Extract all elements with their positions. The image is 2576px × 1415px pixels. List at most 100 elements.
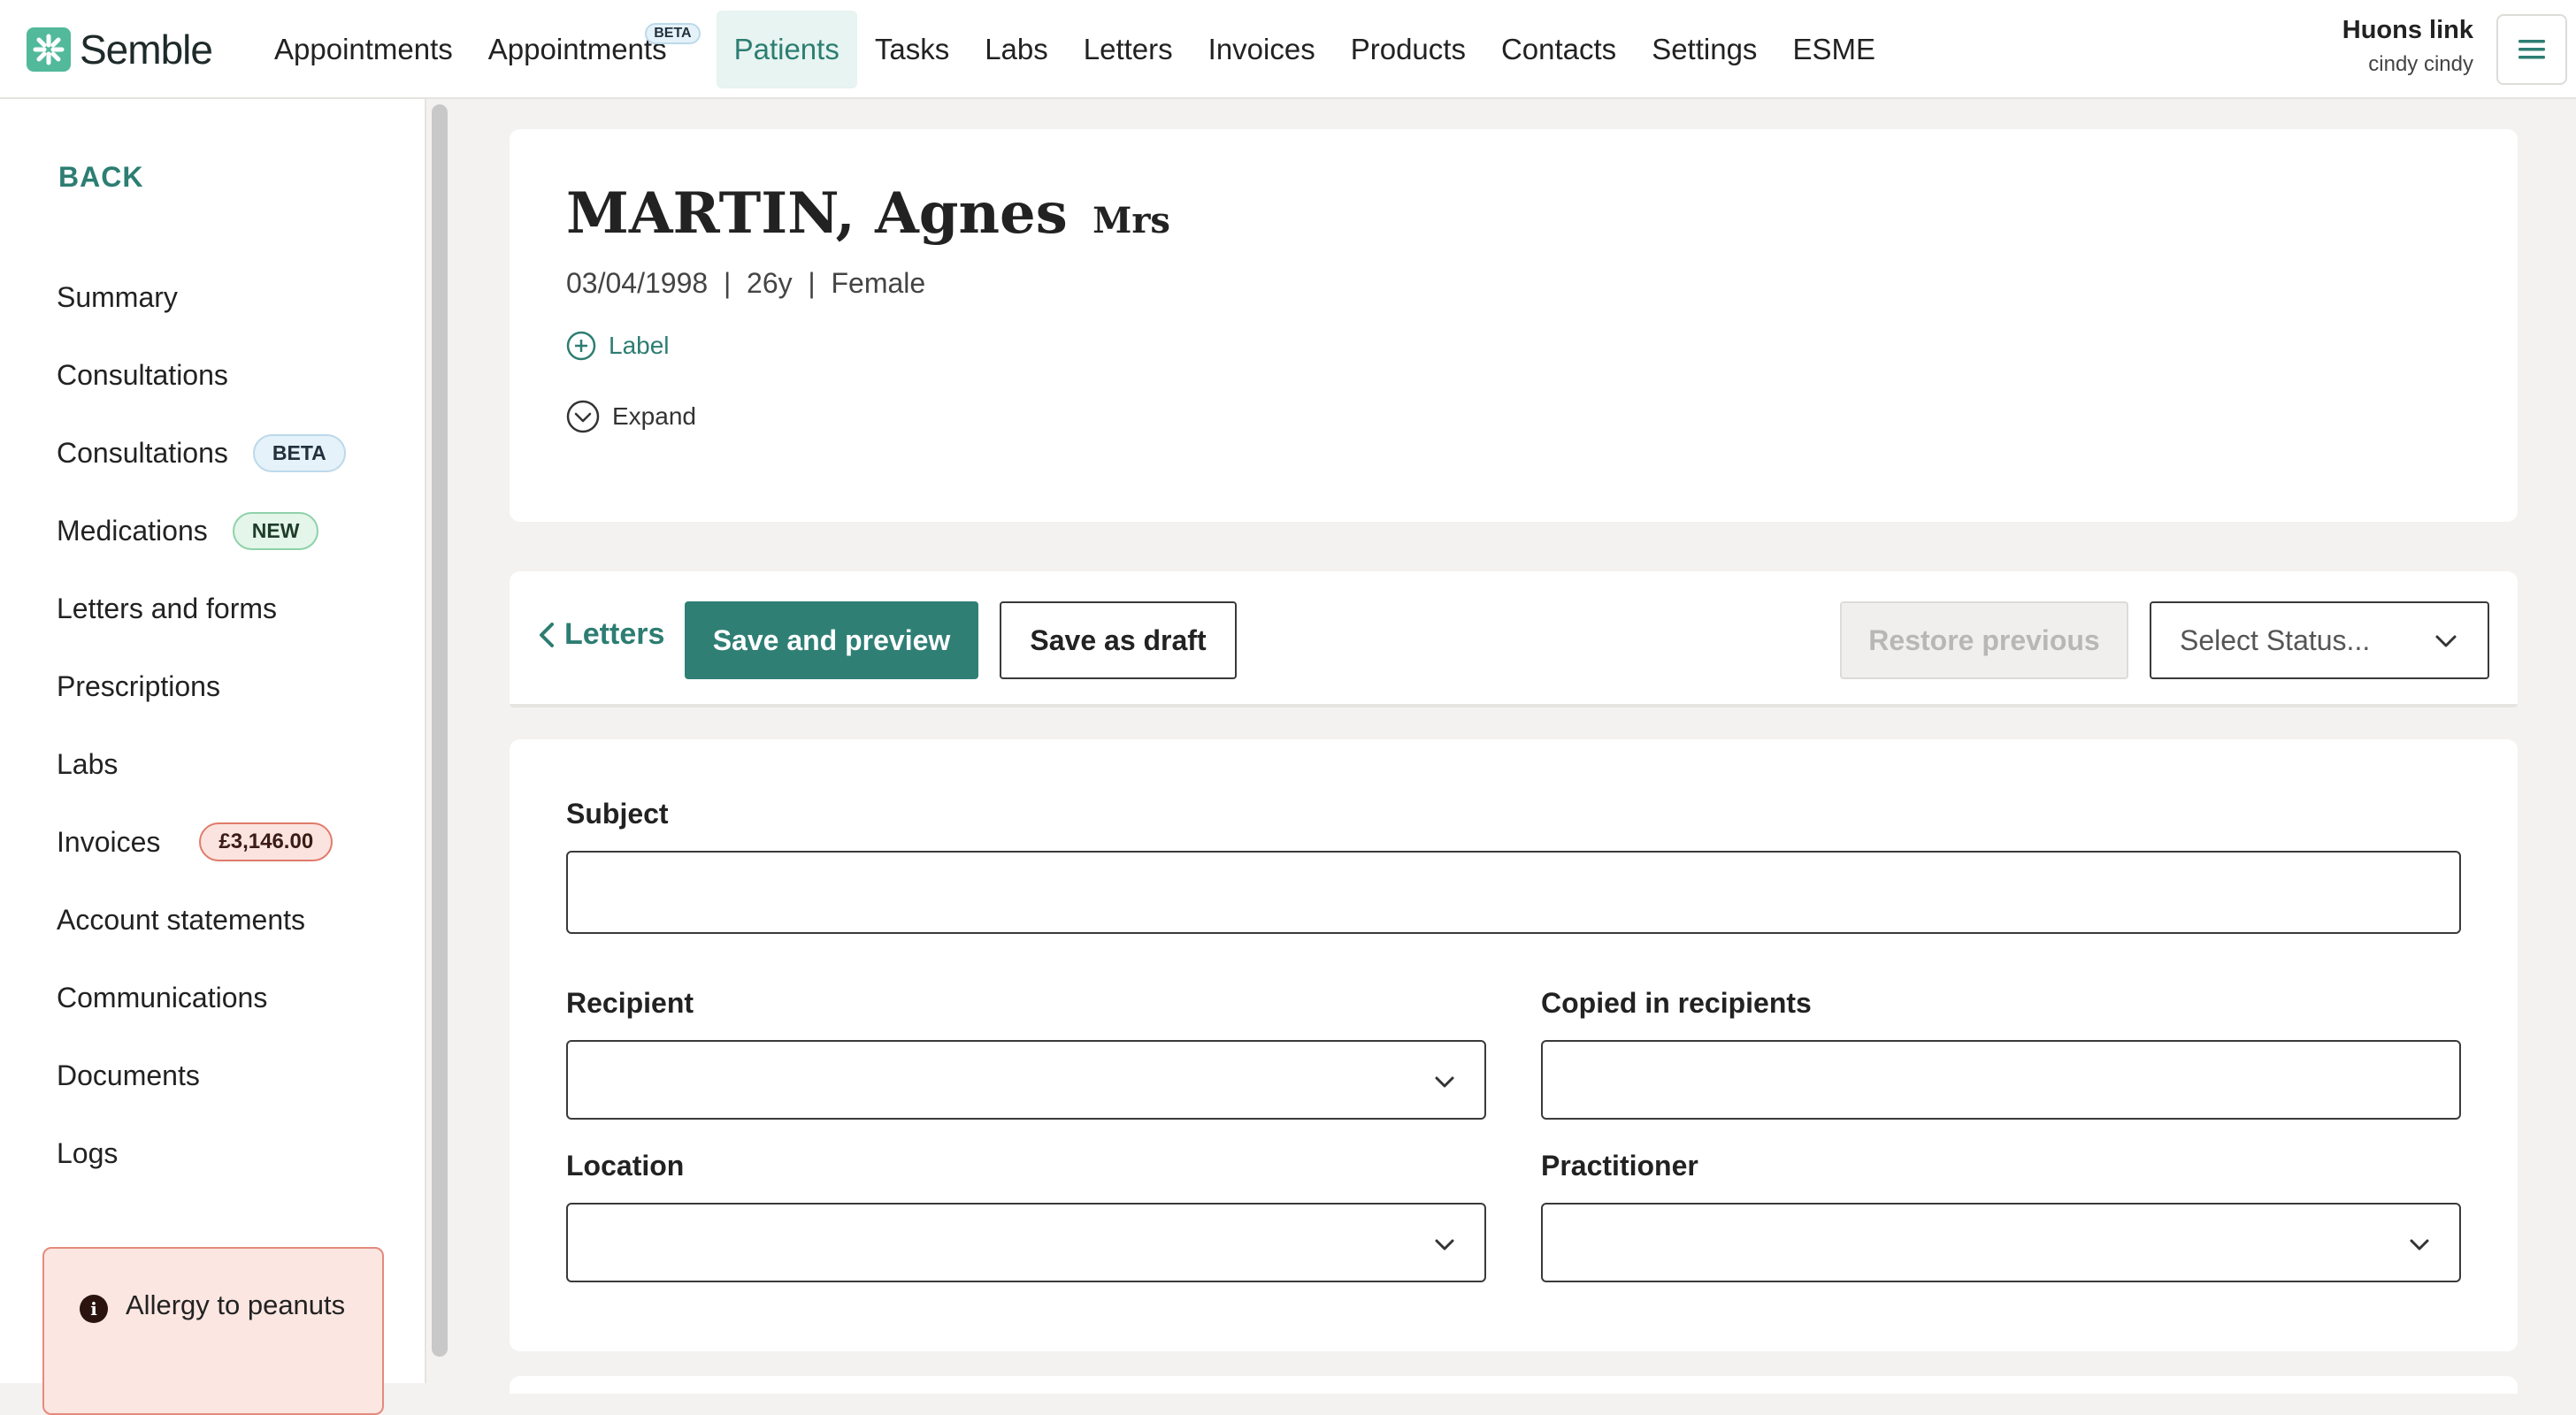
sidebar-item-prescriptions[interactable]: Prescriptions [57,647,346,725]
letter-form: Subject Recipient Copied in recipients L… [510,739,2518,1351]
nav-label: Letters [1083,33,1173,65]
nav-products[interactable]: Products [1333,11,1484,88]
nav-letters[interactable]: Letters [1066,11,1191,88]
sidebar-item-medications[interactable]: Medications NEW [57,492,346,570]
recipient-label: Recipient [566,987,694,1019]
plus-circle-icon [566,331,596,361]
sidebar-item-consultations[interactable]: Consultations [57,336,346,414]
copied-recipients-input[interactable] [1541,1040,2461,1120]
nav-appointments-beta[interactable]: Appointments BETA [471,11,701,88]
allergy-text: Allergy to peanuts [126,1289,346,1320]
beta-badge: BETA [645,23,701,44]
chevron-down-circle-icon [566,400,600,433]
sidebar-menu: Summary Consultations Consultations BETA… [57,258,346,1192]
nav-label: Tasks [874,33,950,65]
nav-label: Labs [985,33,1048,65]
new-badge: NEW [232,511,319,550]
copied-recipients-label: Copied in recipients [1541,987,1812,1019]
nav-invoices[interactable]: Invoices [1191,11,1333,88]
subject-input[interactable] [566,851,2461,934]
sidebar-item-label: Account statements [57,903,306,936]
sidebar-item-label: Prescriptions [57,669,220,702]
chevron-down-icon [2410,1239,2429,1251]
hamburger-menu-icon [2518,40,2545,59]
sidebar-item-letters-and-forms[interactable]: Letters and forms [57,570,346,647]
expand-button[interactable]: Expand [566,400,696,433]
status-select-placeholder: Select Status... [2180,623,2371,656]
nav-settings[interactable]: Settings [1634,11,1775,88]
restore-previous-button[interactable]: Restore previous [1840,601,2128,679]
patient-sex: Female [831,267,926,299]
sidebar-item-label: Letters and forms [57,592,277,624]
sidebar-item-label: Summary [57,280,178,313]
status-select[interactable]: Select Status... [2150,601,2489,679]
patient-dob: 03/04/1998 [566,267,709,299]
practitioner-label: Practitioner [1541,1150,1698,1182]
save-and-preview-button[interactable]: Save and preview [685,601,978,679]
next-card-edge [510,1376,2518,1394]
sidebar-item-logs[interactable]: Logs [57,1114,346,1192]
nav-label: Appointments [487,33,667,65]
nav-label: ESME [1792,33,1875,65]
chevron-down-icon [2435,635,2457,647]
nav-label: Patients [733,33,840,65]
user-name: cindy cindy [2368,52,2473,76]
nav-tasks[interactable]: Tasks [857,11,967,88]
sidebar-item-label: Invoices [57,825,161,858]
top-navigation-bar: Semble Appointments Appointments BETA Pa… [0,0,2576,99]
semble-logo-icon [27,27,71,72]
location-select[interactable] [566,1203,1486,1282]
sidebar-item-communications[interactable]: Communications [57,959,346,1036]
brand-name: Semble [80,27,213,73]
menu-button[interactable] [2496,14,2567,85]
sidebar-item-label: Consultations [57,358,228,391]
nav-labs[interactable]: Labs [967,11,1066,88]
sidebar-item-label: Communications [57,981,268,1013]
sidebar-item-labs[interactable]: Labs [57,725,346,803]
sidebar-scrollbar[interactable] [432,104,448,1357]
practitioner-select[interactable] [1541,1203,2461,1282]
add-label-button[interactable]: Label [566,331,670,361]
sidebar-item-summary[interactable]: Summary [57,258,346,336]
nav-label: Settings [1652,33,1758,65]
subject-label: Subject [566,798,669,830]
chevron-down-icon [1435,1076,1454,1088]
invoice-balance-badge: £3,146.00 [199,822,334,861]
user-org: Huons link [2342,16,2473,44]
nav-appointments[interactable]: Appointments [257,11,471,88]
expand-link-text: Expand [612,402,696,430]
letters-link-label: Letters [564,617,665,651]
sidebar-item-label: Medications [57,514,208,547]
separator: | [800,267,824,299]
nav-label: Invoices [1208,33,1315,65]
info-icon: i [80,1295,108,1323]
sidebar-item-label: Labs [57,747,119,780]
chevron-down-icon [1435,1239,1454,1251]
sidebar-item-documents[interactable]: Documents [57,1036,346,1114]
patient-age: 26y [747,267,793,299]
sidebar-item-label: Documents [57,1059,200,1091]
sidebar-item-invoices[interactable]: Invoices £3,146.00 [57,803,346,881]
patient-full-name: MARTIN, Agnes [566,180,1068,247]
nav-contacts[interactable]: Contacts [1484,11,1634,88]
patient-name: MARTIN, Agnes Mrs [566,180,1170,247]
patient-demographics: 03/04/1998 | 26y | Female [566,267,925,300]
nav-label: Appointments [274,33,453,65]
back-link[interactable]: BACK [58,161,143,194]
allergy-alert: i Allergy to peanuts [42,1247,384,1415]
patient-sidebar: BACK Summary Consultations Consultations… [0,99,426,1415]
semble-logo[interactable]: Semble [27,27,213,73]
recipient-select[interactable] [566,1040,1486,1120]
separator: | [716,267,740,299]
save-as-draft-button[interactable]: Save as draft [1000,601,1237,679]
sidebar-item-label: Logs [57,1136,119,1169]
nav-patients[interactable]: Patients [716,11,857,88]
user-info[interactable]: Huons link cindy cindy [2342,16,2473,77]
sidebar-item-consultations-beta[interactable]: Consultations BETA [57,414,346,492]
label-link-text: Label [609,332,670,359]
letter-toolbar: Letters Save and preview Save as draft R… [510,571,2518,708]
sidebar-item-account-statements[interactable]: Account statements [57,881,346,959]
back-to-letters-link[interactable]: Letters [536,617,664,652]
sidebar-item-label: Consultations [57,436,228,469]
nav-esme[interactable]: ESME [1775,11,1893,88]
